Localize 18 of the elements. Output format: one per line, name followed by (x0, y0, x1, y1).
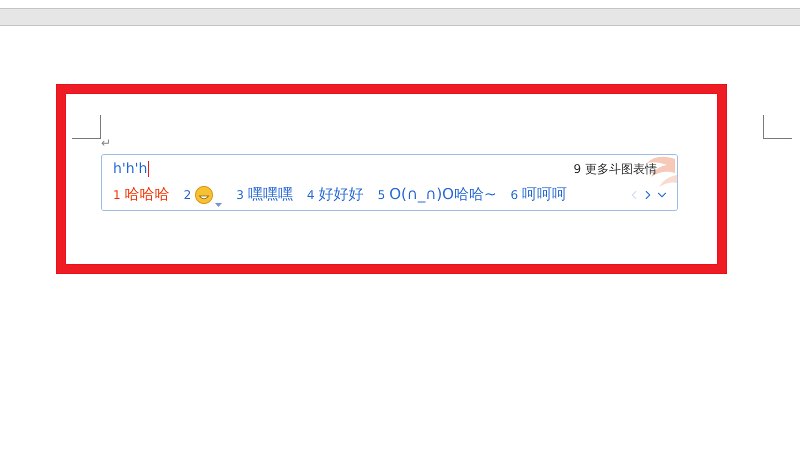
candidate-number: 1 (113, 188, 121, 202)
candidate-number: 3 (236, 188, 244, 202)
more-stickers-link[interactable]: 9 更多斗图表情 (574, 160, 657, 178)
candidate-number: 6 (510, 188, 518, 202)
caret-icon[interactable] (215, 202, 222, 206)
candidate-number: 5 (378, 188, 386, 202)
candidate-word[interactable]: 呵呵呵 (522, 185, 568, 204)
smiley-icon (195, 186, 214, 204)
candidate-word[interactable]: 好好好 (318, 185, 364, 204)
candidate-word[interactable]: O(∩_∩)O哈哈~ (389, 185, 497, 204)
input-text[interactable]: h'h'h (113, 161, 150, 177)
margin-corner-mark (763, 115, 792, 139)
candidate-number: 4 (306, 188, 315, 202)
paragraph-mark: ↵ (101, 136, 112, 150)
margin-corner-mark (72, 115, 101, 139)
candidate-number: 2 (184, 188, 192, 202)
candidate-word[interactable]: 哈哈哈 (124, 185, 170, 204)
candidate-word[interactable]: 嘿嘿嘿 (248, 185, 293, 204)
